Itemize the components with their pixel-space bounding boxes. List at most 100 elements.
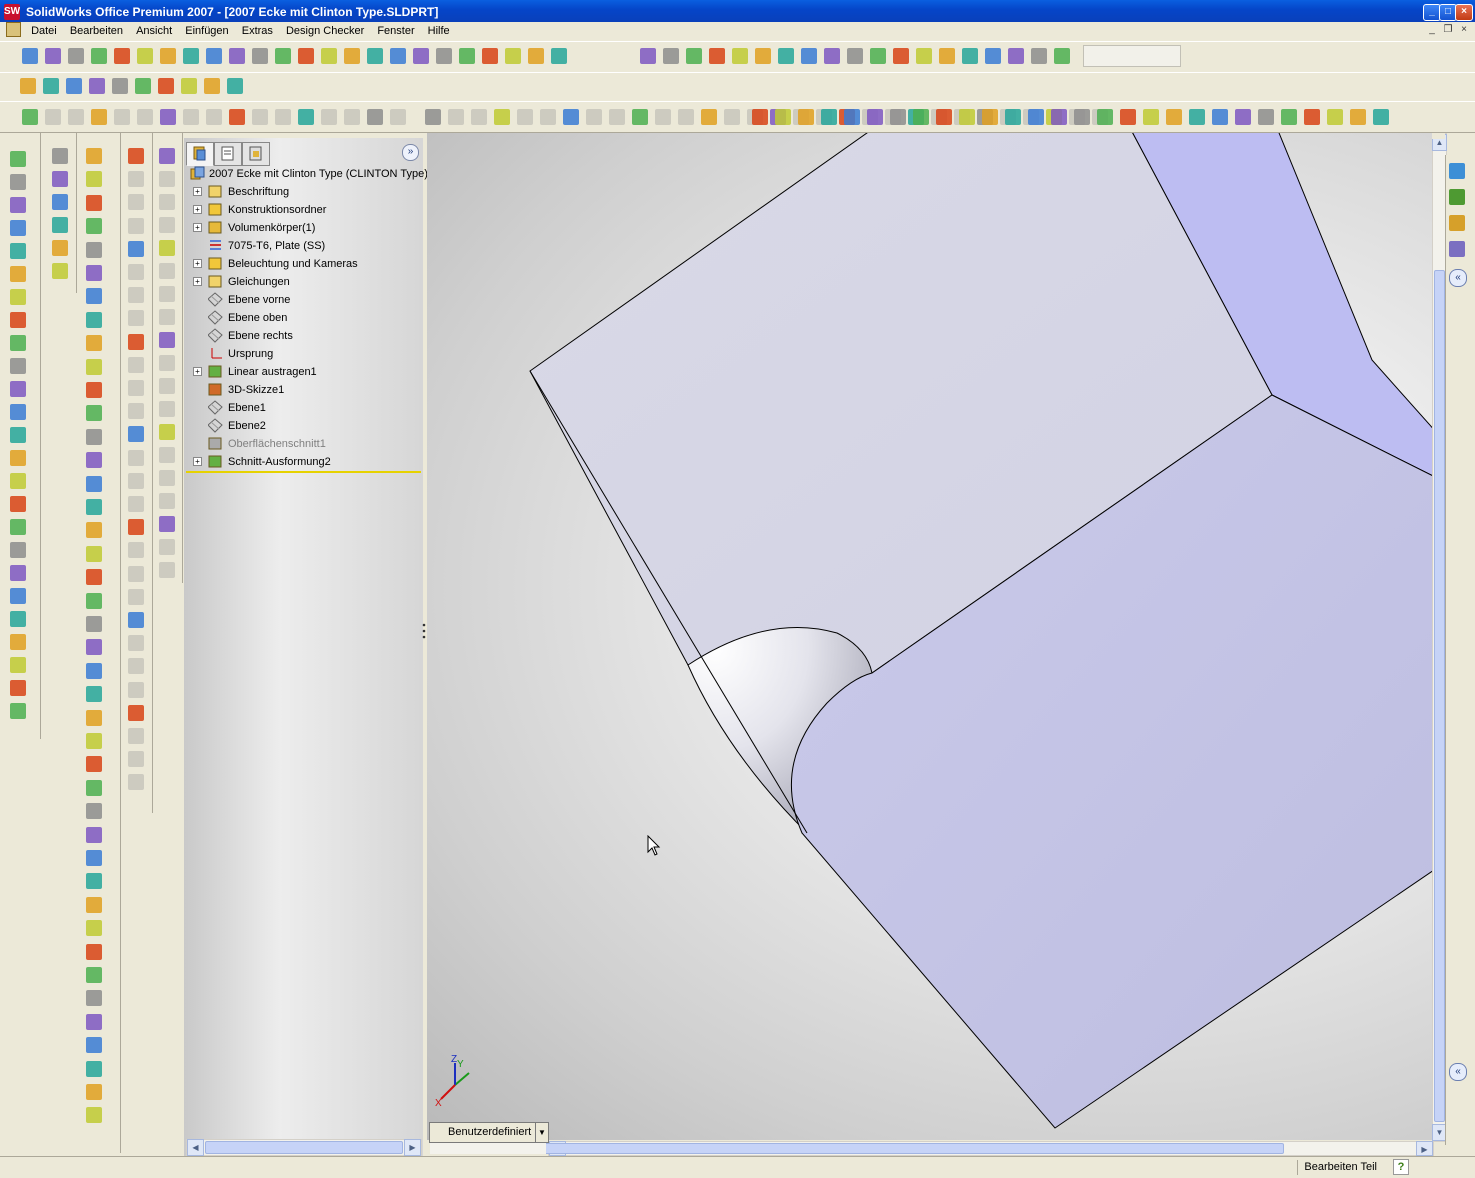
toolbar-button-icon[interactable]	[425, 109, 441, 125]
toolbar-button-icon[interactable]	[52, 194, 68, 210]
toolbar-button-icon[interactable]	[128, 496, 144, 512]
toolbar-button-icon[interactable]	[128, 333, 144, 350]
toolbar-button-icon[interactable]	[959, 109, 975, 125]
toolbar-button-icon[interactable]	[390, 109, 406, 125]
toolbar-button-icon[interactable]	[86, 592, 102, 609]
toolbar-button-icon[interactable]	[10, 657, 26, 673]
configuration-dropdown[interactable]	[1083, 45, 1181, 67]
toolbar-button-icon[interactable]	[982, 109, 998, 125]
toolbar-button-icon[interactable]	[1005, 109, 1021, 125]
toolbar-button-icon[interactable]	[128, 542, 144, 559]
expand-plus-icon[interactable]: +	[193, 457, 202, 466]
toolbar-button-icon[interactable]	[10, 404, 26, 420]
expand-pane-icon[interactable]: »	[402, 144, 419, 161]
toolbar-button-icon[interactable]	[128, 287, 144, 304]
view-palette-icon[interactable]	[1449, 241, 1465, 257]
toolbar-button-icon[interactable]	[10, 542, 26, 558]
toolbar-button-icon[interactable]	[517, 109, 533, 125]
tree-horizontal-scrollbar[interactable]: ◀ ▶	[186, 1139, 422, 1156]
toolbar-button-icon[interactable]	[344, 109, 360, 125]
toolbar-button-icon[interactable]	[1166, 109, 1182, 125]
toolbar-button-icon[interactable]	[128, 194, 144, 211]
toolbar-button-icon[interactable]	[563, 109, 579, 125]
toolbar-button-icon[interactable]	[89, 78, 105, 94]
toolbar-button-icon[interactable]	[824, 48, 840, 64]
toolbar-button-icon[interactable]	[1031, 48, 1047, 64]
expand-task-pane-icon[interactable]: «	[1449, 1063, 1467, 1081]
toolbar-button-icon[interactable]	[128, 704, 144, 721]
tree-item[interactable]: Ebene rechts	[188, 327, 421, 345]
toolbar-button-icon[interactable]	[893, 48, 909, 64]
scroll-right-icon[interactable]: ▶	[404, 1139, 421, 1156]
toolbar-button-icon[interactable]	[847, 48, 863, 64]
tree-item[interactable]: + Linear austragen1	[188, 363, 421, 381]
toolbar-button-icon[interactable]	[459, 48, 475, 64]
design-library-icon[interactable]	[1449, 189, 1465, 205]
toolbar-button-icon[interactable]	[10, 496, 26, 512]
toolbar-button-icon[interactable]	[86, 1013, 102, 1030]
toolbar-button-icon[interactable]	[686, 48, 702, 64]
toolbar-button-icon[interactable]	[10, 588, 26, 604]
toolbar-button-icon[interactable]	[86, 171, 102, 188]
toolbar-button-icon[interactable]	[1189, 109, 1205, 125]
toolbar-button-icon[interactable]	[275, 48, 291, 64]
toolbar-button-icon[interactable]	[448, 109, 464, 125]
toolbar-button-icon[interactable]	[798, 109, 814, 125]
toolbar-button-icon[interactable]	[1212, 109, 1228, 125]
menu-ansicht[interactable]: Ansicht	[131, 22, 177, 40]
toolbar-button-icon[interactable]	[10, 634, 26, 650]
toolbar-button-icon[interactable]	[128, 751, 144, 768]
toolbar-button-icon[interactable]	[890, 109, 906, 125]
toolbar-button-icon[interactable]	[640, 48, 656, 64]
toolbar-button-icon[interactable]	[86, 1060, 102, 1077]
expand-plus-icon[interactable]: +	[193, 277, 202, 286]
toolbar-button-icon[interactable]	[252, 109, 268, 125]
toolbar-button-icon[interactable]	[10, 312, 26, 328]
toolbar-button-icon[interactable]	[436, 48, 452, 64]
toolbar-button-icon[interactable]	[10, 220, 26, 236]
toolbar-button-icon[interactable]	[755, 48, 771, 64]
toolbar-button-icon[interactable]	[86, 639, 102, 656]
toolbar-button-icon[interactable]	[86, 1084, 102, 1100]
toolbar-button-icon[interactable]	[128, 171, 144, 188]
toolbar-button-icon[interactable]	[86, 1037, 102, 1054]
toolbar-button-icon[interactable]	[10, 151, 26, 167]
toolbar-button-icon[interactable]	[86, 873, 102, 890]
toolbar-button-icon[interactable]	[45, 109, 61, 125]
toolbar-button-icon[interactable]	[86, 475, 102, 492]
toolbar-button-icon[interactable]	[752, 109, 768, 125]
tree-item[interactable]: + Beschriftung	[188, 183, 421, 201]
toolbar-button-icon[interactable]	[45, 48, 61, 64]
toolbar-button-icon[interactable]	[482, 48, 498, 64]
toolbar-button-icon[interactable]	[159, 355, 175, 371]
model-view[interactable]	[427, 133, 1432, 1140]
toolbar-button-icon[interactable]	[128, 264, 144, 280]
toolbar-button-icon[interactable]	[204, 78, 220, 94]
menu-hilfe[interactable]: Hilfe	[423, 22, 455, 40]
toolbar-button-icon[interactable]	[1235, 109, 1251, 125]
toolbar-button-icon[interactable]	[1281, 109, 1297, 125]
toolbar-button-icon[interactable]	[1304, 109, 1320, 125]
toolbar-button-icon[interactable]	[1120, 109, 1136, 125]
collapse-task-pane-icon[interactable]: «	[1449, 269, 1467, 287]
toolbar-button-icon[interactable]	[22, 48, 38, 64]
toolbar-button-icon[interactable]	[128, 148, 144, 164]
tree-item[interactable]: + Volumenkörper(1)	[188, 219, 421, 237]
toolbar-button-icon[interactable]	[159, 562, 175, 578]
toolbar-button-icon[interactable]	[206, 48, 222, 64]
toolbar-button-icon[interactable]	[10, 565, 26, 581]
toolbar-button-icon[interactable]	[86, 452, 102, 469]
chevron-down-icon[interactable]: ▼	[535, 1123, 548, 1142]
tab-configuration-manager[interactable]	[242, 142, 270, 166]
toolbar-button-icon[interactable]	[10, 197, 26, 213]
toolbar-button-icon[interactable]	[985, 48, 1001, 64]
toolbar-button-icon[interactable]	[86, 499, 102, 515]
toolbar-button-icon[interactable]	[1327, 109, 1343, 125]
menu-design-checker[interactable]: Design Checker	[281, 22, 369, 40]
toolbar-button-icon[interactable]	[128, 380, 144, 396]
toolbar-button-icon[interactable]	[86, 265, 102, 281]
toolbar-button-icon[interactable]	[1373, 109, 1389, 125]
toolbar-button-icon[interactable]	[159, 194, 175, 210]
toolbar-button-icon[interactable]	[86, 756, 102, 773]
toolbar-button-icon[interactable]	[114, 109, 130, 125]
